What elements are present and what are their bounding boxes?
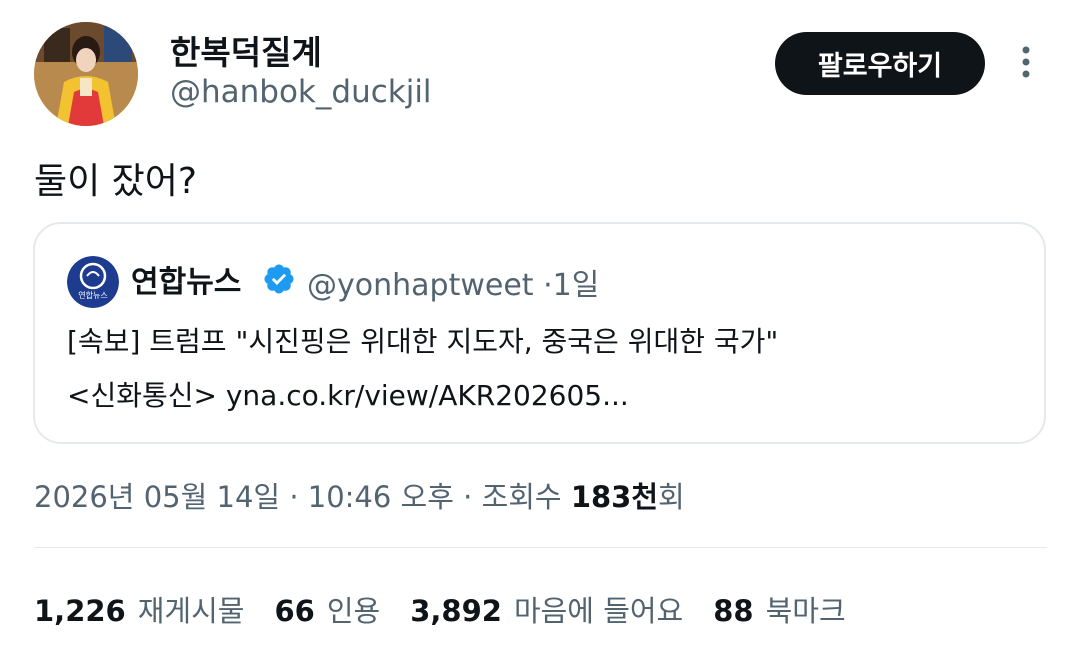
tweet-text: 둘이 잤어?	[34, 161, 198, 202]
retweets-count: 1,226	[34, 594, 126, 628]
author-avatar[interactable]	[34, 22, 138, 126]
likes-label: 마음에 들어요	[513, 594, 684, 628]
quoted-meta-separator: ·	[543, 268, 553, 303]
tweet-time[interactable]: 10:46 오후	[308, 480, 454, 514]
views-unit: 회	[658, 480, 685, 514]
quotes-label: 인용	[326, 594, 381, 628]
follow-button[interactable]: 팔로우하기	[775, 32, 985, 95]
quoted-time-ago[interactable]: 1일	[553, 268, 600, 303]
quotes-count: 66	[274, 594, 315, 628]
verified-badge-icon	[262, 262, 296, 296]
bookmarks-label: 북마크	[765, 594, 846, 628]
more-vertical-icon[interactable]	[1012, 44, 1040, 84]
retweets-stat[interactable]: 1,226 재게시물	[34, 588, 244, 630]
views-label: 조회수	[481, 480, 562, 514]
quotes-stat[interactable]: 66 인용	[274, 588, 380, 630]
bookmarks-stat[interactable]: 88 북마크	[713, 588, 845, 630]
quoted-avatar-logo-text: 연합뉴스	[78, 291, 107, 300]
quoted-tweet-meta: @yonhaptweet ·1일	[307, 260, 599, 304]
author-name[interactable]: 한복덕질계	[170, 26, 322, 74]
author-handle[interactable]: @hanbok_duckjil	[170, 74, 432, 110]
retweets-label: 재게시물	[137, 594, 245, 628]
views-count: 183천	[570, 480, 659, 514]
likes-stat[interactable]: 3,892 마음에 들어요	[410, 588, 683, 630]
engagement-stats-row: 1,226 재게시물 66 인용 3,892 마음에 들어요 88 북마크	[34, 588, 876, 630]
quoted-tweet-text-line1: [속보] 트럼프 "시진핑은 위대한 지도자, 중국은 위대한 국가"	[67, 325, 779, 358]
tweet-date[interactable]: 2026년 05월 14일	[34, 480, 280, 514]
author-avatar-image	[34, 22, 138, 126]
quoted-tweet-text-line2[interactable]: <신화통신> yna.co.kr/view/AKR202605...	[67, 374, 629, 414]
timestamp-separator: ·	[289, 480, 299, 514]
quoted-handle[interactable]: @yonhaptweet	[307, 268, 534, 303]
quoted-author-name[interactable]: 연합뉴스	[131, 257, 241, 301]
likes-count: 3,892	[410, 594, 502, 628]
quoted-author-avatar[interactable]: 연합뉴스	[67, 256, 119, 308]
bookmarks-count: 88	[713, 594, 754, 628]
divider	[34, 547, 1047, 548]
tweet-timestamp-row: 2026년 05월 14일 · 10:46 오후 · 조회수 183천회	[34, 474, 685, 516]
quoted-tweet-card[interactable]: 연합뉴스 연합뉴스 @yonhaptweet ·1일 [속보] 트럼프 "시진핑…	[33, 222, 1046, 444]
timestamp-separator: ·	[463, 480, 473, 514]
